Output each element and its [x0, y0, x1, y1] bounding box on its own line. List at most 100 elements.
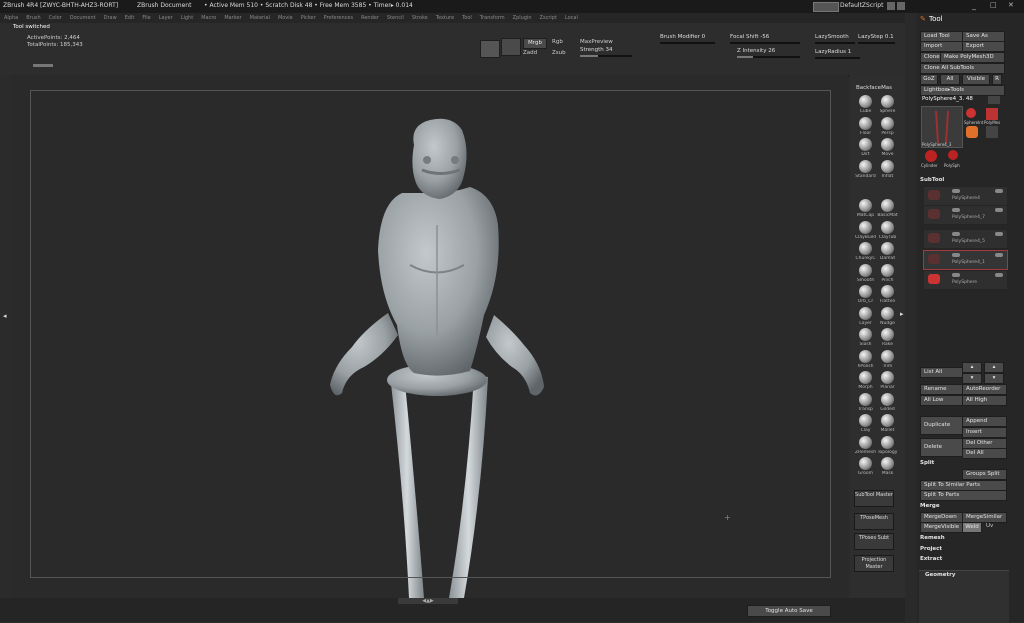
tool-r-button[interactable] — [988, 96, 1000, 104]
brush-trim-item[interactable]: Trim — [874, 349, 901, 372]
import-button[interactable]: Import — [920, 41, 963, 52]
shelf-button-1[interactable]: TPoseMesh — [854, 513, 894, 530]
current-tool-slider[interactable]: PolySphere4_3. 48 — [922, 96, 973, 102]
layout-icon[interactable] — [897, 2, 905, 10]
project-button[interactable]: Project — [920, 546, 1008, 552]
lazy-radius-slider[interactable]: LazyRadius 1 — [815, 49, 860, 59]
brush-persp-item[interactable]: Persp — [874, 116, 901, 139]
zadd-button[interactable]: Zadd — [523, 50, 537, 56]
subtool-row[interactable]: PolySphere4_7 — [923, 205, 1008, 225]
auto-reorder-button[interactable]: AutoReorder — [962, 384, 1007, 395]
menu-item-stroke[interactable]: Stroke — [412, 15, 428, 21]
sphere-int-icon[interactable] — [966, 108, 976, 118]
menu-item-material[interactable]: Material — [250, 15, 270, 21]
menu-item-light[interactable]: Light — [181, 15, 193, 21]
menu-item-marker[interactable]: Marker — [224, 15, 241, 21]
all-high-button[interactable]: All High — [962, 395, 1007, 406]
subtool-visibility-icon[interactable] — [952, 273, 960, 277]
polysphere-thumb-icon[interactable] — [948, 150, 958, 160]
menu-item-alpha[interactable]: Alpha — [4, 15, 18, 21]
brush-damst-item[interactable]: DamSt — [874, 242, 901, 264]
menu-item-file[interactable]: File — [142, 15, 150, 21]
draw-mode-icon[interactable] — [480, 40, 500, 58]
polymesh-thumb-icon[interactable] — [986, 108, 998, 120]
visible-button[interactable]: Visible — [962, 74, 990, 85]
export-button[interactable]: Export — [962, 41, 1005, 52]
goz-button[interactable]: GoZ — [920, 74, 938, 85]
menu-item-draw[interactable]: Draw — [104, 15, 117, 21]
lazy-step-slider[interactable]: LazyStep 0.1 — [858, 34, 895, 44]
tool-panel-title[interactable]: Tool — [929, 15, 943, 23]
move-down-button[interactable]: ▾ — [962, 373, 982, 384]
r-button[interactable]: R — [992, 74, 1002, 85]
merge-section-title[interactable]: Merge — [920, 503, 1008, 509]
left-tray-arrow-icon[interactable]: ◂ — [3, 312, 7, 320]
menu-item-picker[interactable]: Picker — [301, 15, 316, 21]
subtool-visibility-icon[interactable] — [952, 253, 960, 257]
menu-item-color[interactable]: Color — [49, 15, 62, 21]
brush-mallet-item[interactable]: Mallet — [874, 414, 901, 436]
close-icon[interactable]: ✕ — [1008, 1, 1014, 9]
shelf-button-3[interactable]: Projection Master — [854, 555, 894, 572]
uv-button[interactable]: Uv — [986, 523, 993, 529]
minimize-icon[interactable]: _ — [972, 1, 976, 10]
subtool-row[interactable]: PolySphere4_1 — [923, 250, 1008, 270]
eye-icon[interactable] — [995, 232, 1003, 236]
goz-all-button[interactable]: All — [940, 74, 960, 85]
eye-icon[interactable] — [995, 189, 1003, 193]
merge-visible-button[interactable]: MergeVisible — [920, 522, 963, 533]
rgb-button[interactable]: Rgb — [552, 39, 563, 45]
max-preview-label[interactable]: MaxPreview — [580, 39, 613, 45]
weld-button[interactable]: Weld — [962, 522, 982, 533]
all-low-button[interactable]: All Low — [920, 395, 963, 406]
lazy-smooth-slider[interactable]: LazySmooth — [815, 34, 855, 44]
eye-icon[interactable] — [995, 273, 1003, 277]
menu-item-macro[interactable]: Macro — [201, 15, 216, 21]
z-intensity-slider[interactable]: Z Intensity 26 — [737, 48, 800, 58]
eye-icon[interactable] — [995, 208, 1003, 212]
menu-item-transform[interactable]: Transform — [480, 15, 505, 21]
delete-button[interactable]: Delete — [920, 438, 963, 457]
menu-item-render[interactable]: Render — [361, 15, 379, 21]
brush-sphere-item[interactable]: Sphere — [874, 95, 901, 117]
brush-modifier-slider[interactable]: Brush Modifier 0 — [660, 34, 715, 44]
remesh-button[interactable]: Remesh — [920, 535, 1008, 541]
menu-item-layer[interactable]: Layer — [159, 15, 173, 21]
toggle-auto-save-button[interactable]: Toggle Auto Save — [747, 605, 831, 617]
help-icon[interactable] — [887, 2, 895, 10]
script-toggle[interactable] — [813, 2, 839, 12]
duplicate-button[interactable]: Duplicate — [920, 416, 963, 435]
move-up-button[interactable]: ▴ — [962, 362, 982, 373]
strength-slider[interactable]: Strength 34 — [580, 47, 632, 57]
menu-item-edit[interactable]: Edit — [125, 15, 135, 21]
brush-rake-item[interactable]: Rake — [874, 328, 901, 350]
menu-item-texture[interactable]: Texture — [436, 15, 454, 21]
clone-all-subtools-button[interactable]: Clone All SubTools — [920, 63, 1005, 74]
menu-item-movie[interactable]: Movie — [278, 15, 293, 21]
shelf-button-2[interactable]: TPoses Subt — [854, 533, 894, 550]
nav-arrows[interactable]: ◀▲▶ — [398, 598, 458, 604]
edit-mode-icon[interactable] — [501, 38, 521, 56]
subtool-visibility-icon[interactable] — [952, 189, 960, 193]
subtool-row[interactable]: PolySphere — [923, 270, 1008, 290]
lightbox-tools-button[interactable]: Lightbox▸Tools — [920, 85, 1005, 96]
polymesh-dark-icon[interactable] — [986, 126, 998, 138]
menu-item-tool[interactable]: Tool — [462, 15, 472, 21]
brush-flatten-item[interactable]: Flatten — [874, 285, 901, 307]
menu-item-zplugin[interactable]: Zplugin — [513, 15, 532, 21]
right-tray-arrow-icon[interactable]: ▸ — [900, 310, 904, 318]
cylinder-thumb-icon[interactable] — [925, 150, 937, 162]
brush-move-item[interactable]: Move — [874, 138, 901, 160]
insert-button[interactable]: Insert — [962, 427, 1007, 438]
brush-mask-item[interactable]: Mask — [874, 457, 901, 479]
subtool-visibility-icon[interactable] — [952, 232, 960, 236]
menu-item-preferences[interactable]: Preferences — [324, 15, 353, 21]
brush-planar-item[interactable]: Planar — [874, 371, 901, 393]
extract-button[interactable]: Extract — [920, 556, 1008, 562]
brush-claytub-item[interactable]: ClayTub — [874, 220, 901, 243]
groups-split-button[interactable]: Groups Split — [962, 469, 1007, 480]
brush-topology-item[interactable]: Topology — [874, 435, 901, 458]
default-zscript[interactable]: DefaultZScript — [840, 2, 883, 9]
list-all-button[interactable]: List All — [920, 367, 963, 378]
menu-item-stencil[interactable]: Stencil — [387, 15, 404, 21]
